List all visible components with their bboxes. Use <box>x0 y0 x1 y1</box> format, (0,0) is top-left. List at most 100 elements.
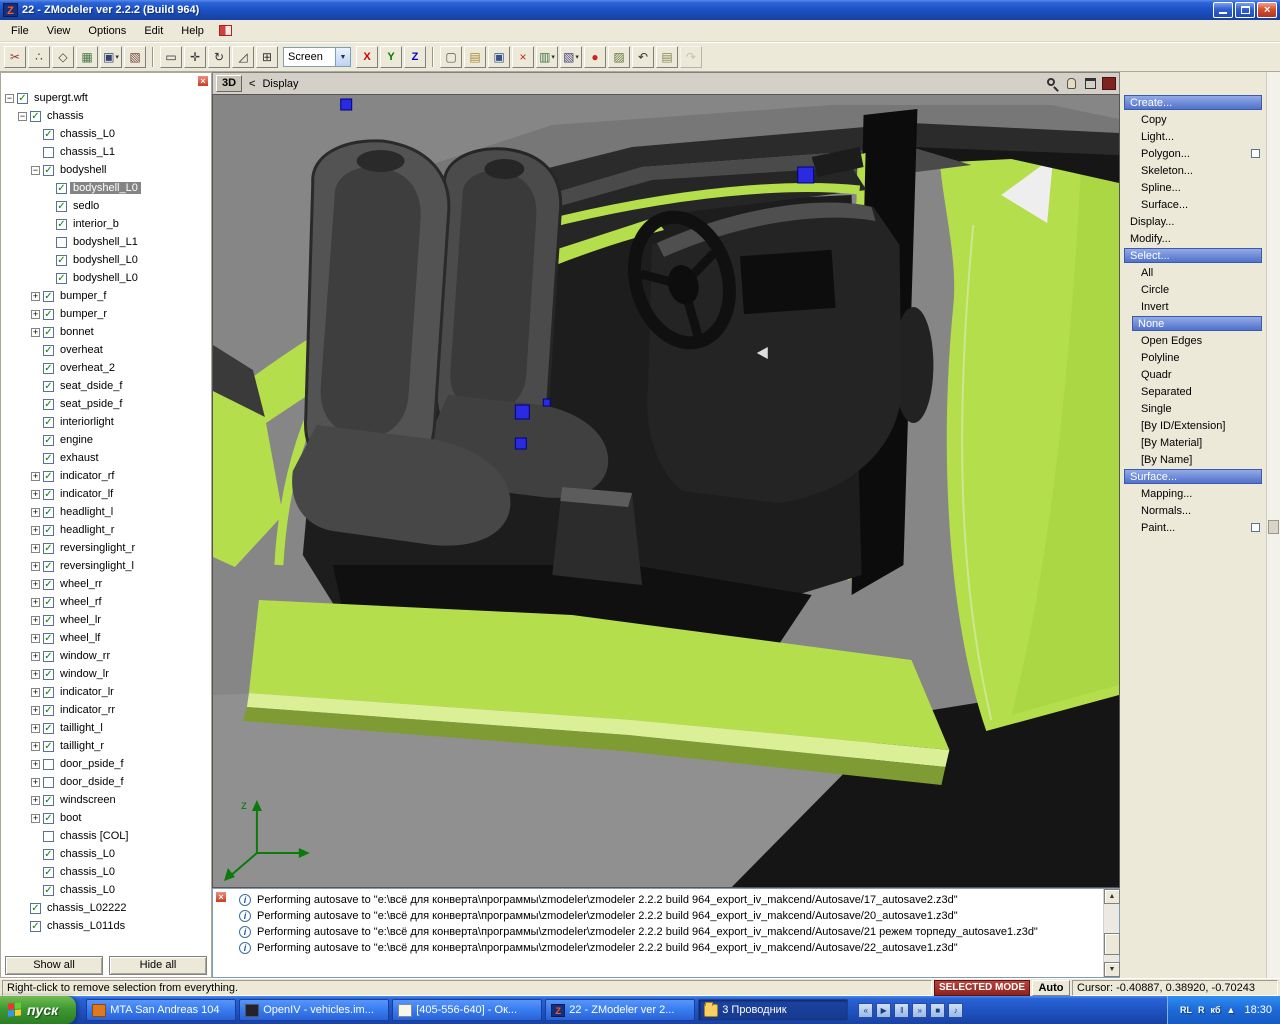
tree-item-41-chassis-col[interactable]: chassis [COL] <box>1 827 211 845</box>
cmd-normals[interactable]: Normals... <box>1124 505 1191 517</box>
command-panel-scrollbar[interactable] <box>1266 72 1280 978</box>
checkbox-checked[interactable]: ✓ <box>17 93 28 104</box>
checkbox-checked[interactable]: ✓ <box>43 129 54 140</box>
checkbox-checked[interactable]: ✓ <box>43 309 54 320</box>
tree-item-14-overheat[interactable]: ✓overheat <box>1 341 211 359</box>
task-openiv-vehicles-im[interactable]: OpenIV - vehicles.im... <box>239 999 389 1021</box>
pan-icon[interactable] <box>1064 76 1079 91</box>
tree-item-24-headlight-r[interactable]: +✓headlight_r <box>1 521 211 539</box>
move-tool-icon[interactable]: ✛ <box>184 46 206 68</box>
tree-item-36-taillight-r[interactable]: +✓taillight_r <box>1 737 211 755</box>
axis-z-toggle[interactable]: Z <box>404 46 426 68</box>
expand-icon[interactable]: + <box>31 292 40 301</box>
checkbox-checked[interactable]: ✓ <box>30 903 41 914</box>
expand-icon[interactable]: + <box>31 634 40 643</box>
command-panel-scroll-thumb[interactable] <box>1268 520 1279 534</box>
checkbox-unchecked[interactable] <box>43 759 54 770</box>
cmd-paint-checkbox[interactable] <box>1251 523 1260 532</box>
tree-item-10-bodyshell-l0[interactable]: ✓bodyshell_L0 <box>1 269 211 287</box>
checkbox-checked[interactable]: ✓ <box>43 507 54 518</box>
checkbox-unchecked[interactable] <box>43 777 54 788</box>
cmd-all[interactable]: All <box>1124 267 1153 279</box>
expand-icon[interactable]: + <box>31 616 40 625</box>
tree-item-35-taillight-l[interactable]: +✓taillight_l <box>1 719 211 737</box>
cmd-light[interactable]: Light... <box>1124 131 1174 143</box>
knife-tool-icon[interactable]: ✂ <box>4 46 26 68</box>
record-icon[interactable]: ● <box>584 46 606 68</box>
checkbox-checked[interactable]: ✓ <box>43 867 54 878</box>
tree-item-27-wheel-rr[interactable]: +✓wheel_rr <box>1 575 211 593</box>
checkbox-checked[interactable]: ✓ <box>43 615 54 626</box>
cmd-open-edges[interactable]: Open Edges <box>1124 335 1202 347</box>
checkbox-checked[interactable]: ✓ <box>56 273 67 284</box>
rotate-tool-icon[interactable]: ↻ <box>208 46 230 68</box>
collapse-icon[interactable]: − <box>31 166 40 175</box>
scroll-down-icon[interactable]: ▼ <box>1104 962 1120 977</box>
tree-item-6-sedlo[interactable]: ✓sedlo <box>1 197 211 215</box>
checkbox-checked[interactable]: ✓ <box>43 885 54 896</box>
expand-icon[interactable]: + <box>31 760 40 769</box>
lang-indicator[interactable]: RL <box>1180 1005 1192 1015</box>
checkbox-checked[interactable]: ✓ <box>43 453 54 464</box>
cmd-by-material[interactable]: [By Material] <box>1124 437 1202 449</box>
cmd-separated[interactable]: Separated <box>1124 386 1192 398</box>
tree-item-30-wheel-lf[interactable]: +✓wheel_lf <box>1 629 211 647</box>
checkbox-unchecked[interactable] <box>43 831 54 842</box>
axis-y-toggle[interactable]: Y <box>380 46 402 68</box>
cmd-surface[interactable]: Surface... <box>1124 469 1262 484</box>
viewport-3d[interactable]: z <box>212 94 1120 888</box>
faces-mode-icon[interactable]: ▦ <box>76 46 98 68</box>
checkbox-checked[interactable]: ✓ <box>56 219 67 230</box>
tree-item-13-bonnet[interactable]: +✓bonnet <box>1 323 211 341</box>
expand-icon[interactable]: + <box>31 742 40 751</box>
checkbox-checked[interactable]: ✓ <box>43 633 54 644</box>
expand-icon[interactable]: + <box>31 724 40 733</box>
tree-item-42-chassis-l0[interactable]: ✓chassis_L0 <box>1 845 211 863</box>
tree-item-45-chassis-l02222[interactable]: ✓chassis_L02222 <box>1 899 211 917</box>
checkbox-checked[interactable]: ✓ <box>56 183 67 194</box>
checkbox-checked[interactable]: ✓ <box>43 417 54 428</box>
cmd-by-id-extension[interactable]: [By ID/Extension] <box>1124 420 1225 432</box>
tree-item-22-indicator-lf[interactable]: +✓indicator_lf <box>1 485 211 503</box>
view-mode-select[interactable]: Screen▼ <box>283 47 351 67</box>
cmd-polyline[interactable]: Polyline <box>1124 352 1180 364</box>
checkbox-checked[interactable]: ✓ <box>43 705 54 716</box>
expand-icon[interactable]: + <box>31 778 40 787</box>
checkbox-checked[interactable]: ✓ <box>43 669 54 680</box>
tree-item-0-supergt-wft[interactable]: −✓supergt.wft <box>1 89 211 107</box>
expand-icon[interactable]: + <box>31 490 40 499</box>
menu-item-view[interactable]: View <box>38 22 80 40</box>
minimize-button[interactable] <box>1213 2 1233 18</box>
tree-item-17-seat-pside-f[interactable]: ✓seat_pside_f <box>1 395 211 413</box>
import-icon[interactable]: ▥▾ <box>536 46 558 68</box>
display-menu-button[interactable]: Display <box>262 78 298 90</box>
tree-item-3-chassis-l1[interactable]: chassis_L1 <box>1 143 211 161</box>
close-button[interactable]: × <box>1257 2 1277 18</box>
snap-tool-icon[interactable]: ⊞ <box>256 46 278 68</box>
checkbox-checked[interactable]: ✓ <box>43 363 54 374</box>
tree-item-11-bumper-f[interactable]: +✓bumper_f <box>1 287 211 305</box>
task-3[interactable]: 3 Проводник <box>698 999 848 1021</box>
edges-mode-icon[interactable]: ◇ <box>52 46 74 68</box>
log-close-icon[interactable]: × <box>215 891 227 903</box>
log-scrollbar[interactable]: ▲ ▼ <box>1103 889 1119 977</box>
task-405-556-640[interactable]: [405-556-640] - Ок... <box>392 999 542 1021</box>
task-mta-san-andreas-104[interactable]: MTA San Andreas 104 <box>86 999 236 1021</box>
checkbox-checked[interactable]: ✓ <box>56 255 67 266</box>
tree-item-34-indicator-rr[interactable]: +✓indicator_rr <box>1 701 211 719</box>
media-stop-icon[interactable]: ■ <box>930 1003 945 1018</box>
maximize-icon[interactable] <box>1083 76 1098 91</box>
tree-item-23-headlight-l[interactable]: +✓headlight_l <box>1 503 211 521</box>
viewport-close-icon[interactable] <box>1102 77 1116 90</box>
checkbox-checked[interactable]: ✓ <box>43 795 54 806</box>
expand-icon[interactable]: + <box>31 814 40 823</box>
menu-item-edit[interactable]: Edit <box>135 22 172 40</box>
checkbox-checked[interactable]: ✓ <box>43 165 54 176</box>
menu-item-help[interactable]: Help <box>172 22 213 40</box>
tree-item-5-bodyshell-l0[interactable]: ✓bodyshell_L0 <box>1 179 211 197</box>
dropdown-arrow-icon[interactable]: ▼ <box>335 48 350 66</box>
cmd-create[interactable]: Create... <box>1124 95 1262 110</box>
tree-item-20-exhaust[interactable]: ✓exhaust <box>1 449 211 467</box>
select-tool-icon[interactable]: ▭ <box>160 46 182 68</box>
tree-item-40-boot[interactable]: +✓boot <box>1 809 211 827</box>
